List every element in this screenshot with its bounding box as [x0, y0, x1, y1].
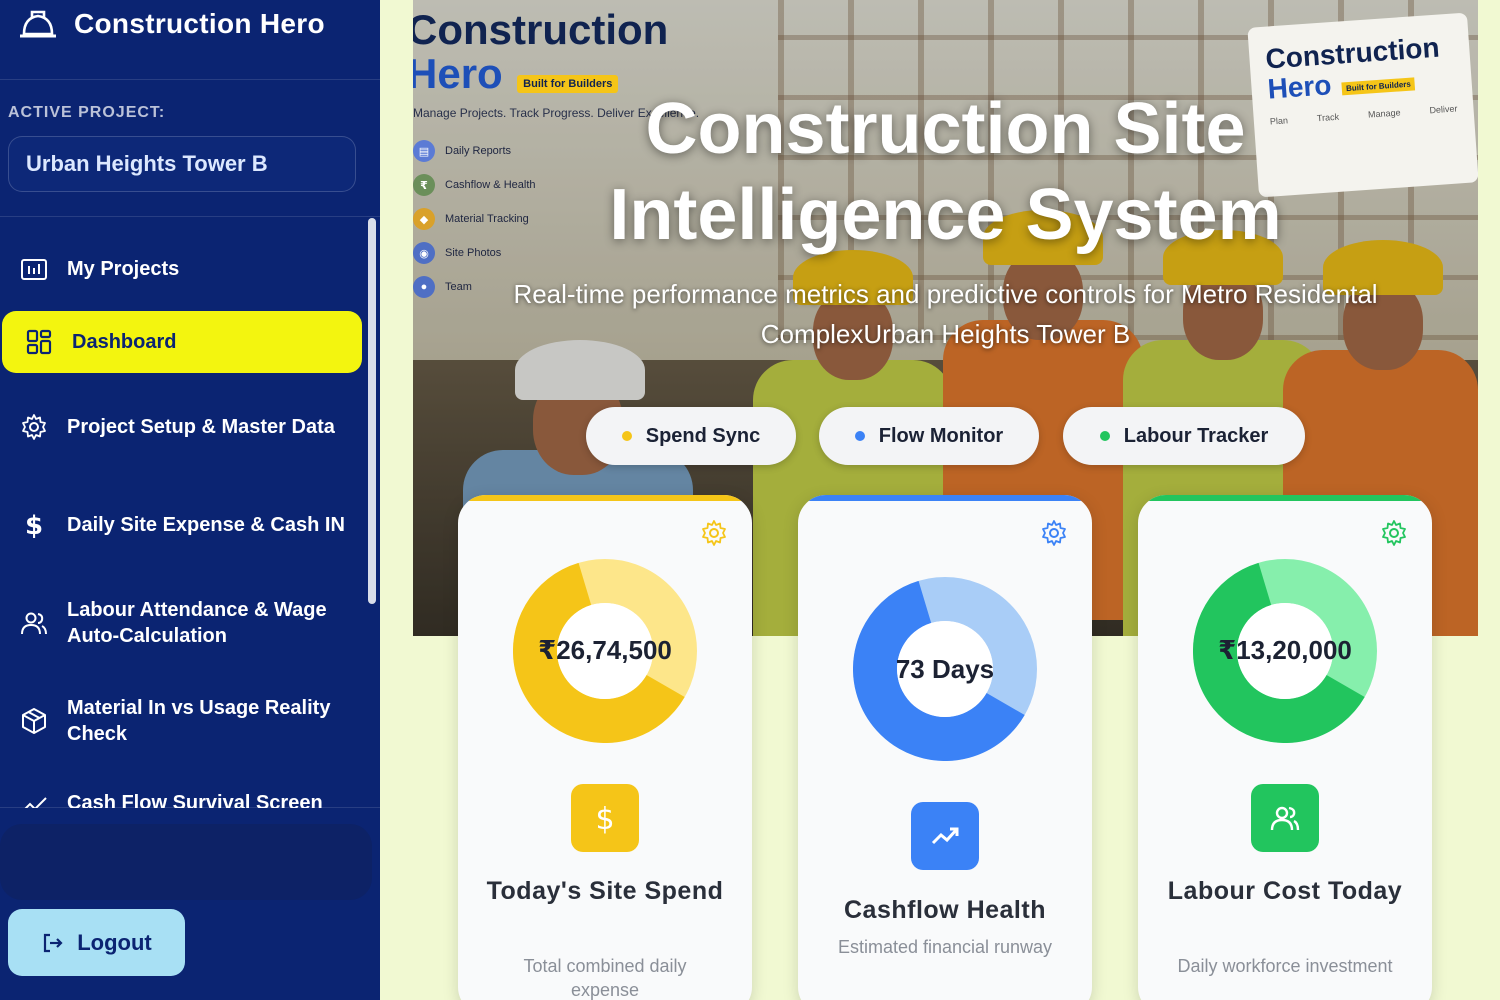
trend-icon [24, 797, 47, 808]
trending-up-icon [911, 802, 979, 870]
hero-subtitle: Real-time performance metrics and predic… [513, 279, 1378, 349]
team-icon: ● [413, 276, 435, 298]
svg-text:$: $ [595, 802, 614, 835]
app-title: Construction Hero [74, 8, 325, 39]
poster-title: Construction [413, 6, 669, 53]
status-dot [854, 431, 865, 441]
sidebar-item-daily-expense[interactable]: $ Daily Site Expense & Cash IN [2, 494, 362, 556]
status-dot [621, 431, 632, 441]
sidebar-item-project-setup[interactable]: Project Setup & Master Data [2, 396, 362, 458]
hard-hat-icon [20, 10, 56, 38]
sidebar-item-label: Daily Site Expense & Cash IN [67, 514, 345, 536]
projects-icon [21, 259, 47, 280]
card-title: Today's Site Spend [486, 877, 724, 905]
sidebar-item-label: Labour Attendance & Wage Auto-Calculatio… [67, 599, 327, 647]
pill-labour-tracker[interactable]: Labour Tracker [1063, 407, 1305, 465]
users-icon [21, 612, 47, 635]
logout-label: Logout [77, 929, 152, 955]
card-accent-bar [798, 495, 1092, 501]
card-title: Cashflow Health [844, 896, 1046, 924]
box-icon [22, 708, 46, 734]
metric-card-cashflow[interactable]: 73 Days Cashflow Health Estimated financ… [798, 495, 1092, 1000]
metric-card-site-spend[interactable]: ₹26,74,500 $ Today's Site Spend Total co… [458, 495, 752, 1000]
settings-icon[interactable] [1040, 519, 1068, 547]
sidebar: Construction Hero ACTIVE PROJECT: Urban … [0, 0, 380, 1000]
gear-icon [22, 414, 46, 440]
sidebar-item-label: Dashboard [72, 331, 177, 353]
sidebar-item-labour-attendance[interactable]: Labour Attendance & Wage Auto-Calculatio… [2, 592, 362, 654]
sidebar-divider [0, 807, 380, 808]
users-icon [1251, 784, 1319, 852]
dollar-icon: $ [25, 511, 43, 540]
brand[interactable]: Construction Hero [0, 0, 380, 80]
dollar-icon: $ [571, 784, 639, 852]
logout-button[interactable]: Logout [8, 909, 185, 976]
card-description: Daily workforce investment [1177, 956, 1393, 976]
metric-value: ₹26,74,500 [538, 635, 672, 665]
sidebar-item-label: Material In vs Usage Reality Check [67, 697, 331, 745]
pill-flow-monitor[interactable]: Flow Monitor [819, 407, 1039, 465]
sidebar-nav: My Projects Dashboard Project Setup & Ma… [0, 234, 366, 808]
settings-icon[interactable] [1380, 519, 1408, 547]
metric-card-labour-cost[interactable]: ₹13,20,000 Labour Cost Today Daily workf… [1138, 495, 1432, 1000]
sidebar-footer-panel [0, 824, 372, 900]
card-title: Labour Cost Today [1167, 877, 1403, 905]
svg-text:$: $ [25, 511, 43, 540]
hero-title-line: Intelligence System [609, 175, 1282, 255]
project-selector[interactable]: Urban Heights Tower B [8, 136, 356, 192]
card-description: Estimated financial runway [837, 937, 1053, 957]
pill-spend-sync[interactable]: Spend Sync [586, 407, 796, 465]
logout-icon [44, 933, 63, 952]
sidebar-item-my-projects[interactable]: My Projects [2, 238, 362, 300]
sidebar-item-label: Cash Flow Survival Screen [67, 792, 323, 808]
metric-value: ₹13,20,000 [1218, 635, 1352, 665]
pill-label: Flow Monitor [878, 424, 1004, 447]
active-project-label: ACTIVE PROJECT: [8, 104, 166, 121]
hero-title: Construction Site Intelligence System [413, 86, 1478, 258]
feature-pills: Spend Sync Flow Monitor Labour Tracker [586, 407, 1306, 465]
settings-icon[interactable] [700, 519, 728, 547]
sidebar-divider [0, 216, 380, 217]
sidebar-item-dashboard[interactable]: Dashboard [2, 311, 362, 373]
sidebar-item-material-check[interactable]: Material In vs Usage Reality Check [2, 690, 362, 752]
sidebar-item-label: My Projects [67, 258, 180, 280]
pill-label: Labour Tracker [1123, 424, 1269, 447]
sidebar-item-label: Project Setup & Master Data [67, 416, 335, 438]
sidebar-item-cash-flow[interactable]: Cash Flow Survival Screen [2, 790, 362, 808]
card-accent-bar [1138, 495, 1432, 501]
metric-value: 73 Days [895, 654, 995, 684]
card-description: Total combined daily expense [523, 956, 687, 1000]
status-dot [1099, 431, 1110, 441]
pill-label: Spend Sync [645, 424, 761, 447]
hero-title-line: Construction Site [645, 89, 1246, 169]
sidebar-scrollbar[interactable] [368, 218, 376, 604]
card-accent-bar [458, 495, 752, 501]
dashboard-icon [26, 329, 52, 355]
